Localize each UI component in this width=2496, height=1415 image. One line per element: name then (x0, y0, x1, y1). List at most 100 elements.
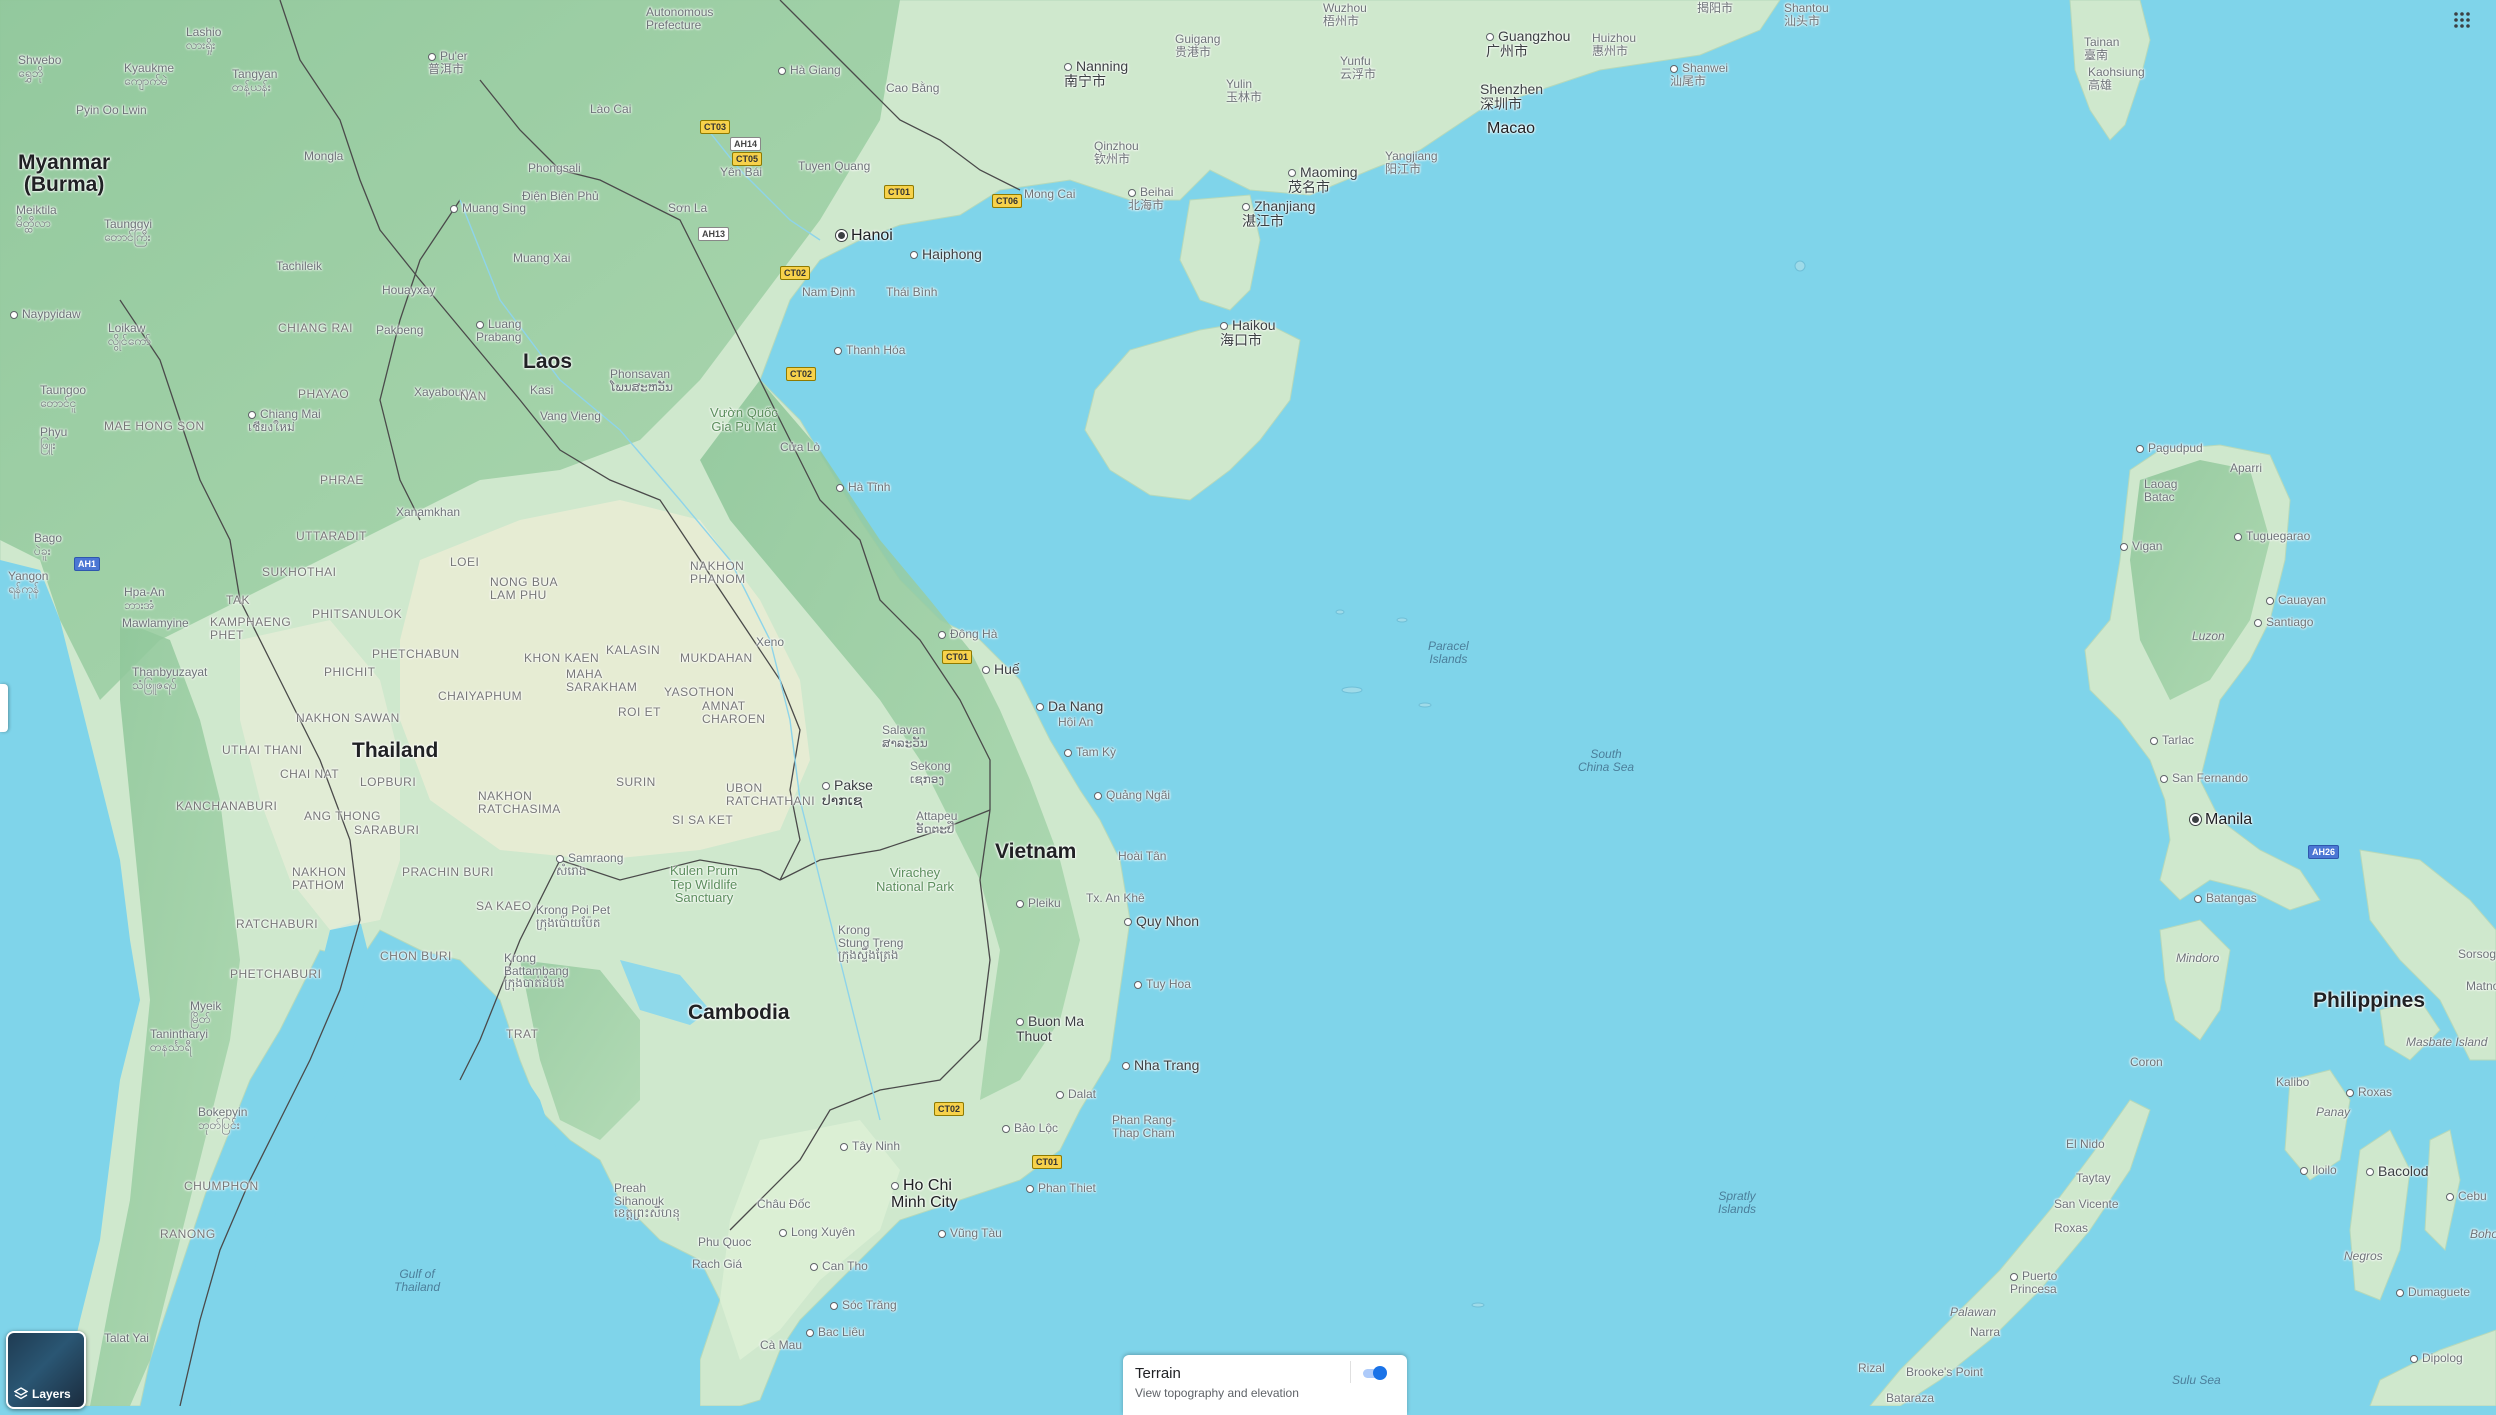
province-label-nakhon-sawan: NAKHON SAWAN (296, 711, 400, 725)
province-label-mae-hong-son: MAE HONG SON (104, 419, 205, 433)
city-label-dalat: Dalat (1056, 1088, 1096, 1101)
region-label-mindoro: Mindoro (2176, 951, 2220, 965)
city-label-cua-lo: Cửa Lò (780, 440, 821, 454)
road-shield: AH14 (730, 137, 762, 151)
region-label-masbate: Masbate Island (2406, 1035, 2488, 1049)
road-shield: CT02 (780, 266, 811, 280)
city-label-nam-dinh: Nam Định (802, 285, 856, 299)
city-label-shanwei: Shanwei 汕尾市 (1670, 61, 1729, 88)
city-label-hue: Huế (982, 662, 1020, 677)
province-label-uthai-thani: UTHAI THANI (222, 743, 303, 757)
city-label-tuguegarao: Tuguegarao (2234, 530, 2310, 543)
city-label-attapeu: Attapeu ອັດຕະປື (916, 809, 958, 836)
city-label-manila: Manila (2190, 811, 2252, 829)
road-shield: CT01 (1032, 1155, 1063, 1169)
city-label-xanamkhan: Xanamkhan (396, 505, 461, 519)
city-label-tachileik: Tachileik (276, 259, 323, 273)
province-label-nong-bua: NONG BUA LAM PHU (490, 575, 559, 602)
city-label-phongsali: Phongsali (528, 161, 581, 175)
province-label-saraburi: SARABURI (354, 823, 420, 837)
city-label-chau-doc: Châu Đốc (757, 1197, 811, 1211)
province-label-prachin-buri: PRACHIN BURI (402, 865, 495, 879)
province-label-sukhothai: SUKHOTHAI (262, 565, 337, 579)
city-label-tanintharyi: Tanintharyi တနင်္သာရီ (150, 1027, 209, 1054)
layers-button[interactable]: Layers (6, 1331, 86, 1409)
province-label-ranong: RANONG (160, 1227, 216, 1241)
country-label-laos: Laos (523, 350, 573, 373)
province-label-phetchaburi: PHETCHABURI (230, 967, 322, 981)
city-label-maoming: Maoming 茂名市 (1288, 164, 1358, 195)
province-label-chaiyaphum: CHAIYAPHUM (438, 689, 523, 703)
road-shield: CT06 (992, 194, 1023, 208)
terrain-subtitle: View topography and elevation (1135, 1386, 1299, 1400)
province-label-ratchaburi: RATCHABURI (236, 917, 319, 931)
road-shield: CT02 (934, 1102, 965, 1116)
city-label-beihai: Beihai 北海市 (1128, 185, 1174, 212)
park-label-kulen: Kulen Prum Tep Wildlife Sanctuary (670, 863, 738, 906)
city-label-yangjiang: Yangjiang 阳江市 (1385, 149, 1438, 176)
city-label-taunggyi: Taunggyi တောင်ကြီး (104, 217, 153, 244)
terrain-title: Terrain (1135, 1365, 1181, 1382)
apps-grid-button[interactable] (2452, 10, 2472, 30)
city-label-huizhou: Huizhou 惠州市 (1592, 31, 1637, 58)
city-label-sorsogon: Sorsog (2458, 947, 2496, 961)
city-label-soc-trang: Sóc Trăng (830, 1299, 897, 1312)
layers-icon (14, 1387, 28, 1400)
city-label-myeik: Myeik မြိတ် (190, 999, 222, 1026)
city-label-tainan: Tainan 臺南 (2084, 35, 2120, 62)
city-label-houayxay: Houayxay (382, 283, 436, 297)
side-panel-toggle[interactable] (0, 684, 8, 732)
city-label-stung-treng: Krong Stung Treng ក្រុងស្ទឹងត្រែង (838, 923, 904, 963)
province-label-kamphaeng: KAMPHAENG PHET (210, 615, 292, 642)
city-label-long-xuyen: Long Xuyên (779, 1226, 855, 1239)
city-label-guigang: Guigang 贵港市 (1175, 32, 1221, 59)
water-label-gulf-thailand: Gulf of Thailand (394, 1267, 441, 1294)
city-label-rizal: Rizal (1858, 1361, 1885, 1375)
city-label-nanning: Nanning 南宁市 (1064, 58, 1129, 89)
city-label-el-nido: El Nido (2066, 1137, 2105, 1151)
city-label-samraong: Samraong សំរោង (556, 851, 624, 878)
city-label-wuzhou: Wuzhou 梧州市 (1323, 1, 1367, 28)
province-label-trat: TRAT (506, 1027, 539, 1041)
city-label-bac-lieu: Bac Liêu (806, 1326, 865, 1339)
city-label-talat-yai: Talat Yai (104, 1331, 149, 1345)
city-label-pagudpud: Pagudpud (2136, 442, 2203, 455)
province-label-surin: SURIN (616, 775, 656, 789)
province-label-nakhon-ratchasima: NAKHON RATCHASIMA (478, 789, 561, 816)
road-shield: AH1 (74, 557, 101, 571)
city-label-batangas: Batangas (2194, 892, 2257, 905)
city-label-dien-bien: Điện Biên Phủ (522, 189, 599, 203)
city-label-tarlac: Tarlac (2150, 734, 2194, 747)
city-label-ca-mau: Cà Mau (760, 1338, 803, 1352)
region-label-panay: Panay (2316, 1105, 2351, 1119)
city-label-thai-binh: Thái Bình (886, 285, 938, 299)
province-label-amnat-charoen: AMNAT CHAROEN (702, 699, 766, 726)
province-label-phichit: PHICHIT (324, 665, 376, 679)
city-label-yen-bai: Yên Bái (720, 165, 763, 179)
city-label-phan-rang: Phan Rang- Thap Cham (1112, 1113, 1177, 1140)
city-label-muang-xai: Muang Xai (513, 251, 571, 265)
city-label-santiago: Santiago (2254, 616, 2313, 629)
city-label-hcmc: Ho Chi Minh City (891, 1177, 958, 1211)
city-label-quy-nhon: Quy Nhon (1124, 914, 1199, 929)
city-label-mongla: Mongla (304, 149, 344, 163)
city-label-cebu: Cebu (2446, 1190, 2487, 1203)
country-label-philippines: Philippines (2313, 989, 2426, 1012)
city-label-muang-sing: Muang Sing (450, 202, 526, 215)
city-label-laoag: Laoag Batac (2144, 477, 2178, 504)
water-label-south-china-sea: South China Sea (1578, 747, 1635, 774)
city-label-yunfu: Yunfu 云浮市 (1340, 54, 1377, 81)
country-label-thailand: Thailand (352, 739, 439, 762)
province-label-chon-buri: CHON BURI (380, 949, 452, 963)
city-label-phyu: Phyu ဖြူး (40, 425, 68, 452)
province-label-chai-nat: CHAI NAT (280, 767, 340, 781)
province-label-kalasin: KALASIN (606, 643, 661, 657)
terrain-toggle[interactable] (1350, 1361, 1399, 1383)
city-label-kyaukme: Kyaukme ကျောက်မဲ (124, 61, 175, 88)
city-label-shantou: Shantou 汕头市 (1784, 1, 1829, 28)
city-label-matnog: Matno (2466, 979, 2496, 993)
city-label-dong-ha: Đông Hà (938, 628, 997, 641)
city-label-ha-tinh: Hà Tĩnh (836, 481, 890, 494)
city-label-hanoi: Hanoi (836, 227, 893, 245)
city-label-da-nang: Da Nang (1036, 699, 1103, 714)
